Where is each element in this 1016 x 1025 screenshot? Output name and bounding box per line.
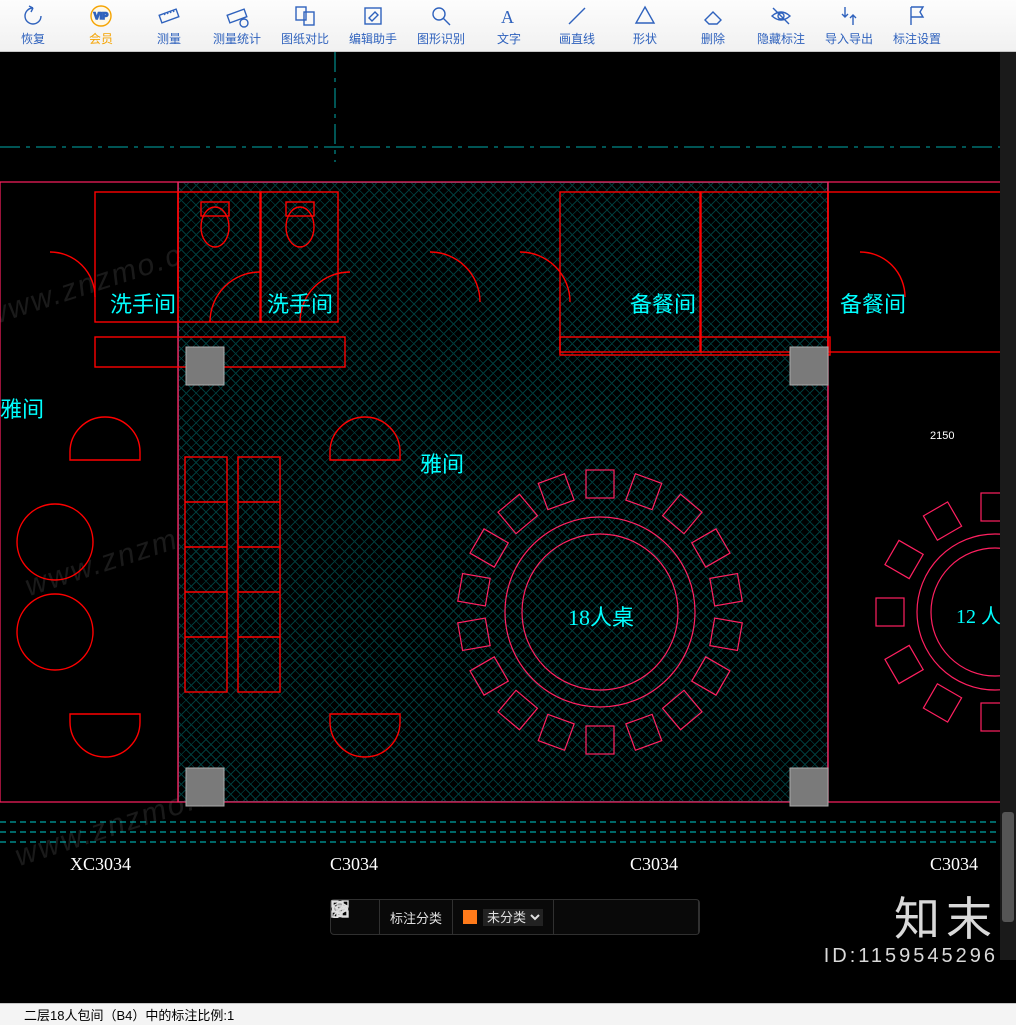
vscroll-thumb[interactable] bbox=[1002, 812, 1014, 922]
measure-stat-label: 测量统计 bbox=[213, 30, 261, 47]
vip-button[interactable]: VIP 会员 bbox=[74, 2, 128, 49]
shape-detect-button[interactable]: 图形识别 bbox=[414, 2, 468, 49]
vip-label: 会员 bbox=[89, 30, 113, 47]
shape-icon bbox=[633, 4, 657, 28]
ruler-stat-icon bbox=[225, 4, 249, 28]
dim-2150: 2150 bbox=[930, 430, 954, 442]
import-export-icon bbox=[837, 4, 861, 28]
import-export-button[interactable]: 导入导出 bbox=[822, 2, 876, 49]
svg-text:A: A bbox=[501, 7, 514, 27]
edit-assist-label: 编辑助手 bbox=[349, 30, 397, 47]
line-icon bbox=[565, 4, 589, 28]
text-label: 文字 bbox=[497, 30, 521, 47]
color-swatch bbox=[463, 910, 477, 924]
svg-text:VIP: VIP bbox=[94, 11, 109, 21]
ruler-icon bbox=[157, 4, 181, 28]
tag-c3034-3: C3034 bbox=[930, 854, 978, 875]
status-bar: 二层18人包间（B4）中的标注比例:1 bbox=[0, 1003, 1016, 1025]
gear-flag-icon bbox=[905, 4, 929, 28]
edit-assist-icon bbox=[361, 4, 385, 28]
shape-detect-icon bbox=[429, 4, 453, 28]
label-ya: 雅间 bbox=[420, 447, 464, 479]
cad-canvas[interactable]: www.znzmo.com www.znzmo.com www.znzmo.co… bbox=[0, 52, 1016, 1012]
copy-icon[interactable] bbox=[633, 908, 651, 926]
label-pantry1: 备餐间 bbox=[630, 287, 696, 319]
delete-label: 删除 bbox=[701, 30, 725, 47]
import-export-label: 导入导出 bbox=[825, 30, 873, 47]
line-button[interactable]: 画直线 bbox=[550, 2, 604, 49]
shape-label: 形状 bbox=[633, 30, 657, 47]
layers-icon[interactable] bbox=[665, 908, 683, 926]
brand-title: 知末 bbox=[824, 883, 998, 949]
annot-set-button[interactable]: 标注设置 bbox=[890, 2, 944, 49]
line-label: 画直线 bbox=[559, 30, 595, 47]
compare-icon bbox=[293, 4, 317, 28]
measure-button[interactable]: 测量 bbox=[142, 2, 196, 49]
hide-annot-button[interactable]: 隐藏标注 bbox=[754, 2, 808, 49]
brand-id: ID:1159545296 bbox=[824, 945, 998, 968]
edit-icon[interactable] bbox=[569, 908, 587, 926]
compare-label: 图纸对比 bbox=[281, 30, 329, 47]
restore-button[interactable]: 恢复 bbox=[6, 2, 60, 49]
move-icon[interactable] bbox=[601, 908, 619, 926]
edit-assist-button[interactable]: 编辑助手 bbox=[346, 2, 400, 49]
cad-linework bbox=[0, 52, 1016, 1012]
tag-c3034-1: C3034 bbox=[330, 854, 378, 875]
delete-button[interactable]: 删除 bbox=[686, 2, 740, 49]
tag-xc3034: XC3034 bbox=[70, 854, 131, 875]
measure-stat-button[interactable]: 测量统计 bbox=[210, 2, 264, 49]
label-ya-left: 雅间 bbox=[0, 392, 44, 424]
restore-icon bbox=[21, 4, 45, 28]
vip-icon: VIP bbox=[89, 4, 113, 28]
hide-annot-label: 隐藏标注 bbox=[757, 30, 805, 47]
top-toolbar: 恢复 VIP 会员 测量 测量统计 图纸对比 编辑助手 图形识别 A 文字 画直… bbox=[0, 0, 1016, 52]
shape-button[interactable]: 形状 bbox=[618, 2, 672, 49]
compare-button[interactable]: 图纸对比 bbox=[278, 2, 332, 49]
label-washroom1: 洗手间 bbox=[110, 287, 176, 319]
eraser-icon bbox=[701, 4, 725, 28]
label-table18: 18人桌 bbox=[568, 600, 634, 632]
label-washroom2: 洗手间 bbox=[267, 287, 333, 319]
category-dropdown[interactable]: 未分类 bbox=[483, 909, 543, 926]
text-icon: A bbox=[497, 4, 521, 28]
brand-watermark: 知末 ID:1159545296 bbox=[824, 883, 998, 968]
status-text: 二层18人包间（B4）中的标注比例:1 bbox=[24, 1005, 234, 1024]
vertical-scrollbar[interactable] bbox=[1000, 52, 1016, 960]
annot-category-label: 标注分类 bbox=[380, 900, 453, 934]
tag-c3034-2: C3034 bbox=[630, 854, 678, 875]
eye-off-icon bbox=[769, 4, 793, 28]
restore-label: 恢复 bbox=[21, 30, 45, 47]
annot-category-select[interactable]: 未分类 bbox=[453, 900, 554, 934]
text-button[interactable]: A 文字 bbox=[482, 2, 536, 49]
annotation-floatbar: 标注分类 未分类 bbox=[330, 899, 700, 935]
shape-detect-label: 图形识别 bbox=[417, 30, 465, 47]
label-pantry2: 备餐间 bbox=[840, 287, 906, 319]
measure-label: 测量 bbox=[157, 30, 181, 47]
annot-set-label: 标注设置 bbox=[893, 30, 941, 47]
